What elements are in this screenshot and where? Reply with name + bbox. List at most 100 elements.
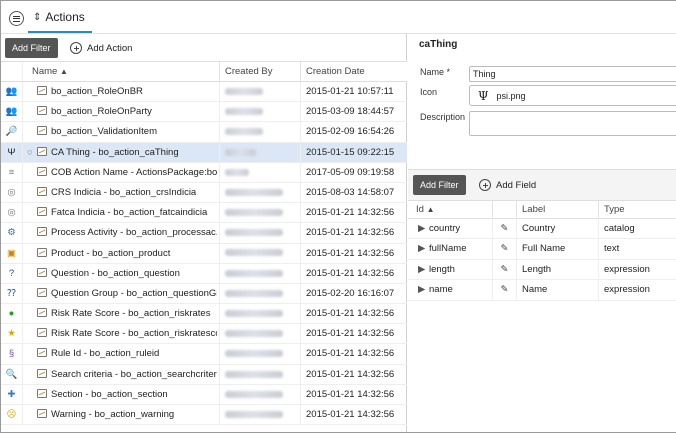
workflow-icon bbox=[37, 308, 47, 318]
add-action-button[interactable]: Add Action bbox=[70, 38, 132, 58]
edit-icon[interactable]: ✎ bbox=[492, 219, 516, 239]
field-id-cell: length bbox=[429, 263, 455, 275]
workflow-icon bbox=[37, 186, 47, 196]
redacted-user bbox=[225, 390, 284, 398]
expand-arrow-icon[interactable]: ▶ bbox=[418, 280, 425, 300]
add-filter-button[interactable]: Add Filter bbox=[5, 38, 58, 58]
field-row[interactable]: ▶ name ✎ Name expression bbox=[408, 280, 676, 301]
field-row[interactable]: ▶ length ✎ Length expression bbox=[408, 259, 676, 281]
table-row[interactable]: ● Risk Rate Score - bo_action_riskrates 20… bbox=[1, 304, 407, 325]
expand-arrow-icon[interactable]: ▶ bbox=[418, 219, 425, 239]
redacted-user bbox=[225, 148, 256, 156]
redacted-user bbox=[225, 410, 284, 418]
workflow-icon bbox=[37, 348, 47, 358]
table-row[interactable]: 👥 bo_action_RoleOnBR 2015-01-21 10:57:11 bbox=[1, 82, 407, 103]
redacted-user bbox=[225, 330, 284, 338]
edit-icon[interactable]: ✎ bbox=[492, 259, 516, 280]
edit-icon[interactable]: ✎ bbox=[492, 280, 516, 301]
actions-list-pane: Add Filter Add Action Name ▲ Created By … bbox=[1, 34, 407, 432]
action-name-cell: Rule Id - bo_action_ruleid bbox=[37, 344, 217, 364]
add-field-button[interactable]: Add Field bbox=[479, 175, 536, 195]
workflow-icon bbox=[37, 247, 47, 257]
action-name-cell: Search criteria - bo_action_searchcriter… bbox=[37, 365, 217, 385]
creation-date-cell: 2015-01-21 14:32:56 bbox=[300, 263, 407, 284]
creation-date-column-header[interactable]: Creation Date bbox=[300, 62, 407, 82]
redacted-user bbox=[225, 289, 284, 297]
puzzle-icon: ✚ bbox=[1, 384, 23, 405]
name-column-header[interactable]: Name ▲ bbox=[32, 62, 68, 82]
creation-date-cell: 2015-01-21 14:32:56 bbox=[300, 243, 407, 264]
table-row[interactable]: § Rule Id - bo_action_ruleid 2015-01-21 14… bbox=[1, 344, 407, 365]
creation-date-cell: 2017-05-09 09:19:58 bbox=[300, 162, 407, 183]
field-row[interactable]: ▶ fullName ✎ Full Name text bbox=[408, 239, 676, 260]
action-name-cell: bo_action_ValidationItem bbox=[37, 122, 217, 142]
table-row[interactable]: 🔍 Search criteria - bo_action_searchcrite… bbox=[1, 364, 407, 385]
field-row[interactable]: ▶ country ✎ Country catalog bbox=[408, 219, 676, 240]
table-row[interactable]: ◎ Fatca Indicia - bo_action_fatcaindicia 2… bbox=[1, 203, 407, 224]
id-column-header[interactable]: Id ▲ bbox=[416, 201, 435, 219]
field-type-cell: catalog bbox=[598, 219, 676, 239]
workflow-icon bbox=[37, 287, 47, 297]
workflow-icon bbox=[37, 267, 47, 277]
expand-arrow-icon[interactable]: ▶ bbox=[418, 260, 425, 280]
created-by-cell bbox=[219, 304, 299, 325]
workflow-icon bbox=[37, 328, 47, 338]
table-row[interactable]: ★ Risk Rate Score - bo_action_riskratesco… bbox=[1, 324, 407, 345]
redacted-user bbox=[225, 350, 284, 358]
expand-arrow-icon[interactable]: ▶ bbox=[418, 239, 425, 259]
table-row[interactable]: ▣ Product - bo_action_product 2015-01-21 1… bbox=[1, 243, 407, 264]
psi-icon: Ψ bbox=[478, 88, 489, 103]
lines-icon: ≡ bbox=[1, 162, 23, 183]
table-row[interactable]: ✚ Section - bo_action_section 2015-01-21 1… bbox=[1, 384, 407, 405]
table-row[interactable]: ? Question - bo_action_question 2015-01-21… bbox=[1, 263, 407, 284]
table-row[interactable]: 🔎 bo_action_ValidationItem 2015-02-09 16:5… bbox=[1, 122, 407, 143]
table-row[interactable]: ◎ CRS Indicia - bo_action_crsIndicia 2015-… bbox=[1, 182, 407, 204]
description-field[interactable] bbox=[469, 111, 676, 136]
traffic-light-icon: ● bbox=[1, 304, 23, 325]
list-toolbar: Add Filter Add Action bbox=[1, 34, 407, 61]
redacted-user bbox=[225, 209, 284, 217]
name-field[interactable]: Thing bbox=[469, 66, 676, 82]
add-field-label: Add Field bbox=[496, 179, 537, 191]
type-column-header[interactable]: Type bbox=[598, 201, 676, 219]
creation-date-cell: 2015-02-20 16:16:07 bbox=[300, 283, 407, 304]
edit-icon[interactable]: ✎ bbox=[492, 239, 516, 260]
action-detail-pane: caThing Name * Thing Icon Ψ psi.png Desc… bbox=[408, 34, 676, 432]
field-id-cell: country bbox=[429, 223, 461, 234]
workflow-icon bbox=[37, 227, 47, 237]
table-row[interactable]: 👥 bo_action_RoleOnParty 2015-03-09 18:44:5… bbox=[1, 102, 407, 123]
created-by-cell bbox=[219, 243, 299, 264]
action-name-cell: CRS Indicia - bo_action_crsIndicia bbox=[37, 183, 217, 203]
table-row[interactable]: ≡ COB Action Name - ActionsPackage:bo... 2… bbox=[1, 162, 407, 183]
table-row[interactable]: Ψ ○ CA Thing - bo_action_caThing 2015-01-15… bbox=[1, 142, 407, 163]
fingerprint-icon: ◎ bbox=[1, 182, 23, 203]
users-icon: 👥 bbox=[1, 82, 23, 102]
creation-date-cell: 2015-01-15 09:22:15 bbox=[300, 142, 407, 163]
fields-header: Id ▲ Label Type bbox=[408, 200, 676, 219]
created-by-column-header[interactable]: Created By bbox=[219, 62, 299, 82]
action-name-cell: Warning - bo_action_warning bbox=[37, 405, 217, 425]
fields-add-filter-button[interactable]: Add Filter bbox=[413, 175, 466, 195]
tab-label: Actions bbox=[45, 10, 85, 24]
table-row[interactable]: ⚙ Process Activity - bo_action_processac.… bbox=[1, 223, 407, 244]
redacted-user bbox=[225, 128, 263, 136]
table-row[interactable]: ☹ Warning - bo_action_warning 2015-01-21 1… bbox=[1, 405, 407, 426]
field-id-cell: fullName bbox=[429, 243, 467, 255]
users-icon: 👥 bbox=[1, 102, 23, 123]
workflow-icon bbox=[37, 409, 47, 418]
redacted-user bbox=[225, 310, 284, 318]
label-column-header[interactable]: Label bbox=[516, 201, 598, 219]
sort-ascending-icon: ▲ bbox=[59, 67, 68, 76]
tab-actions[interactable]: ⇕ Actions bbox=[28, 3, 92, 33]
table-row[interactable]: ⁇ Question Group - bo_action_questionGr..… bbox=[1, 283, 407, 305]
creation-date-cell: 2015-02-09 16:54:26 bbox=[300, 122, 407, 143]
creation-date-cell: 2015-01-21 14:32:56 bbox=[300, 203, 407, 224]
add-circle-icon bbox=[70, 42, 82, 54]
app-frame: ⇕ Actions Add Filter Add Action Name ▲ C… bbox=[0, 0, 676, 433]
fields-grid: Id ▲ Label Type ▶ country ✎ Country catalog ▶… bbox=[408, 200, 676, 301]
menu-icon[interactable] bbox=[9, 11, 24, 26]
field-label-cell: Country bbox=[516, 219, 598, 239]
created-by-cell bbox=[219, 223, 299, 244]
created-by-cell bbox=[219, 203, 299, 224]
icon-field[interactable]: Ψ psi.png bbox=[469, 85, 676, 106]
